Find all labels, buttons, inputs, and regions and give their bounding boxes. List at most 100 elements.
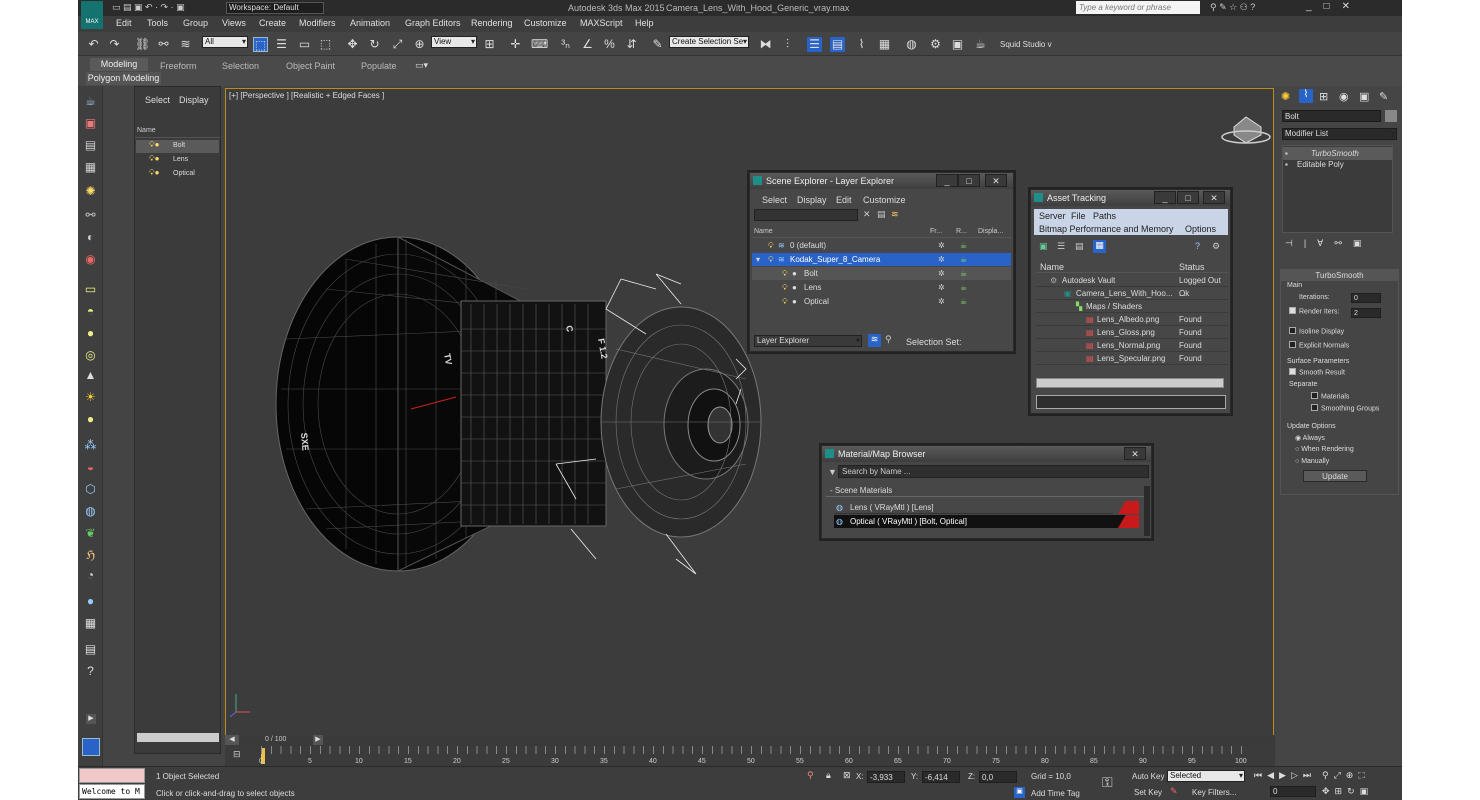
workspace-dropdown[interactable]: Workspace: Default (226, 2, 324, 14)
refresh-icon[interactable]: ▣ (1039, 241, 1048, 252)
col-name[interactable]: Name (754, 228, 773, 235)
image-icon[interactable]: ▣ (83, 116, 98, 131)
clear-icon[interactable]: ✕ (863, 209, 871, 220)
stack-item-editable-poly[interactable]: ▪ Editable Poly (1283, 158, 1392, 171)
playback-controls[interactable]: ⏮◀▶▷⏭ (1254, 770, 1316, 781)
ribbon-options-icon[interactable]: ▭▾ (415, 60, 428, 71)
material-scrollbar[interactable] (1144, 486, 1150, 536)
torus-icon[interactable]: ◎ (83, 348, 98, 363)
explicit-normals-checkbox[interactable]: Explicit Normals (1289, 341, 1349, 349)
pyramid-icon[interactable]: ▲ (83, 368, 98, 383)
menu-help[interactable]: Help (635, 18, 654, 28)
document-icon[interactable]: ▤ (83, 138, 98, 153)
window-title[interactable]: Material/Map Browser (822, 446, 1151, 462)
help-icon[interactable]: ? (83, 664, 98, 679)
close-button[interactable]: ✕ (1124, 447, 1146, 460)
key-icon[interactable]: ⚿ (1102, 774, 1113, 791)
minimize-button[interactable]: _ (1154, 191, 1176, 204)
light-bulb-icon[interactable]: 💡︎● (149, 154, 159, 164)
render-setup-icon[interactable]: ⚙ (928, 37, 943, 52)
asset-row[interactable]: ▣ Camera_Lens_With_Hoo... Ok (1036, 287, 1228, 300)
mirror-icon[interactable]: ⧓ (758, 37, 773, 52)
mesh-icon[interactable]: ⬡ (83, 482, 98, 497)
spinner-snap-icon[interactable]: ⇵ (624, 37, 639, 52)
move-icon[interactable]: ✥ (345, 37, 360, 52)
ref-coord-dropdown[interactable]: View (431, 36, 477, 48)
app-logo[interactable]: MAX (81, 1, 103, 29)
options-icon[interactable]: ▼ (828, 467, 837, 477)
layer-view-icon[interactable]: ≋ (868, 334, 881, 347)
render-iters-checkbox[interactable]: Render Iters: (1289, 307, 1339, 315)
help-icon[interactable]: ? (1195, 241, 1200, 251)
current-frame-field[interactable]: 0 (1270, 786, 1316, 797)
add-time-tag[interactable]: Add Time Tag (1031, 789, 1080, 798)
select-object-icon[interactable]: ⬚ (253, 37, 268, 52)
set-key-pencil-icon[interactable]: ✎ (1170, 786, 1178, 797)
modify-tab-icon[interactable]: ⌇ (1299, 89, 1313, 103)
link-icon[interactable]: ⛓ (135, 37, 150, 52)
modifier-list-dropdown[interactable]: Modifier List (1282, 128, 1397, 140)
col-status[interactable]: Status (1179, 262, 1205, 272)
menu-tools[interactable]: Tools (147, 18, 168, 28)
window-controls[interactable]: _□✕ (1306, 1, 1362, 12)
time-tag-icon[interactable]: ▣ (1014, 787, 1025, 798)
list-item-label[interactable]: Lens (173, 156, 188, 163)
pivot-icon[interactable]: ⊞ (482, 37, 497, 52)
y-coord-field[interactable]: -6,414 (922, 771, 960, 783)
undo-icon[interactable]: ↶ (86, 37, 101, 52)
rect-selection-icon[interactable]: ▭ (297, 37, 312, 52)
viewport-layout-icon[interactable] (82, 738, 100, 756)
rollout-title[interactable]: TurboSmooth (1281, 270, 1398, 281)
z-coord-field[interactable]: 0,0 (979, 771, 1017, 783)
filter-icon[interactable]: ▤ (877, 209, 886, 220)
curve-editor-icon[interactable]: ⌇ (854, 37, 869, 52)
window-crossing-icon[interactable]: ⬚ (318, 37, 333, 52)
at-menu-options[interactable]: Options (1185, 224, 1216, 234)
layer-row[interactable]: 💡︎ ≋ 0 (default) ✲ ☕ (752, 239, 1011, 252)
at-path-field[interactable] (1036, 395, 1226, 409)
disc-icon[interactable]: ● (83, 412, 98, 427)
le-menu-display[interactable]: Display (797, 195, 827, 205)
selection-filter-dropdown[interactable]: All (202, 36, 248, 48)
scene-explorer-icon[interactable]: ▤ (830, 37, 845, 52)
layer-row-selected[interactable]: ▾ 💡︎ ≋ Kodak_Super_8_Camera ✲ ☕ (752, 253, 1011, 266)
list-item-label[interactable]: Optical (173, 170, 195, 177)
at-hscrollbar[interactable] (1036, 378, 1224, 388)
asset-row[interactable]: ▤ Lens_Gloss.png Found (1036, 326, 1228, 339)
render-icon[interactable]: ☕ (973, 37, 988, 52)
link-tool-icon[interactable]: ⚯ (83, 208, 98, 223)
scale-icon[interactable]: ⤢ (390, 37, 405, 52)
lock-icon[interactable]: 🔒︎ (826, 770, 831, 781)
percent-snap-icon[interactable]: % (602, 37, 617, 52)
menu-customize[interactable]: Customize (524, 18, 567, 28)
col-freeze[interactable]: Fr... (930, 228, 942, 235)
nav-controls[interactable]: ⚲⤢⊕⛶ (1322, 770, 1370, 781)
sphere-icon[interactable]: ● (83, 326, 98, 341)
clipboard-icon[interactable]: ▤ (83, 642, 98, 657)
light-bulb-icon[interactable]: 💡︎● (149, 140, 159, 150)
maximize-button[interactable]: □ (958, 174, 980, 187)
hierarchy-tab-icon[interactable]: ⊞ (1319, 90, 1328, 103)
menu-views[interactable]: Views (222, 18, 246, 28)
col-render[interactable]: R... (956, 228, 967, 235)
light-bulb-icon[interactable]: 💡︎● (149, 168, 159, 178)
align-icon[interactable]: ⫶ (780, 37, 795, 52)
explorer-type-dropdown[interactable]: Layer Explorer (754, 335, 862, 347)
angle-snap-icon[interactable]: ∠ (580, 37, 595, 52)
rotate-icon[interactable]: ↻ (367, 37, 382, 52)
object-color-swatch[interactable] (1385, 110, 1397, 122)
search-input[interactable]: Type a keyword or phrase (1076, 1, 1200, 14)
asset-row[interactable]: ▤ Lens_Specular.png Found (1036, 352, 1228, 365)
plant-icon[interactable]: ❦ (83, 526, 98, 541)
time-slider[interactable]: ◀ 0 / 100 ▶ (225, 735, 1275, 746)
particles-icon[interactable]: ⁂ (83, 438, 98, 453)
sun-icon[interactable]: ☀ (83, 390, 98, 405)
table-view-icon[interactable]: ▦ (1093, 240, 1106, 253)
x-coord-field[interactable]: -3,933 (867, 771, 905, 783)
menu-edit[interactable]: Edit (116, 18, 132, 28)
ortho-icon[interactable]: ◔ (83, 568, 98, 583)
menu-maxscript[interactable]: MAXScript (580, 18, 623, 28)
tab-select[interactable]: Select (145, 95, 170, 105)
help-icons[interactable]: ⚲ ✎ ☆ ⚇ ? (1210, 2, 1255, 13)
col-name[interactable]: Name (1040, 262, 1064, 272)
